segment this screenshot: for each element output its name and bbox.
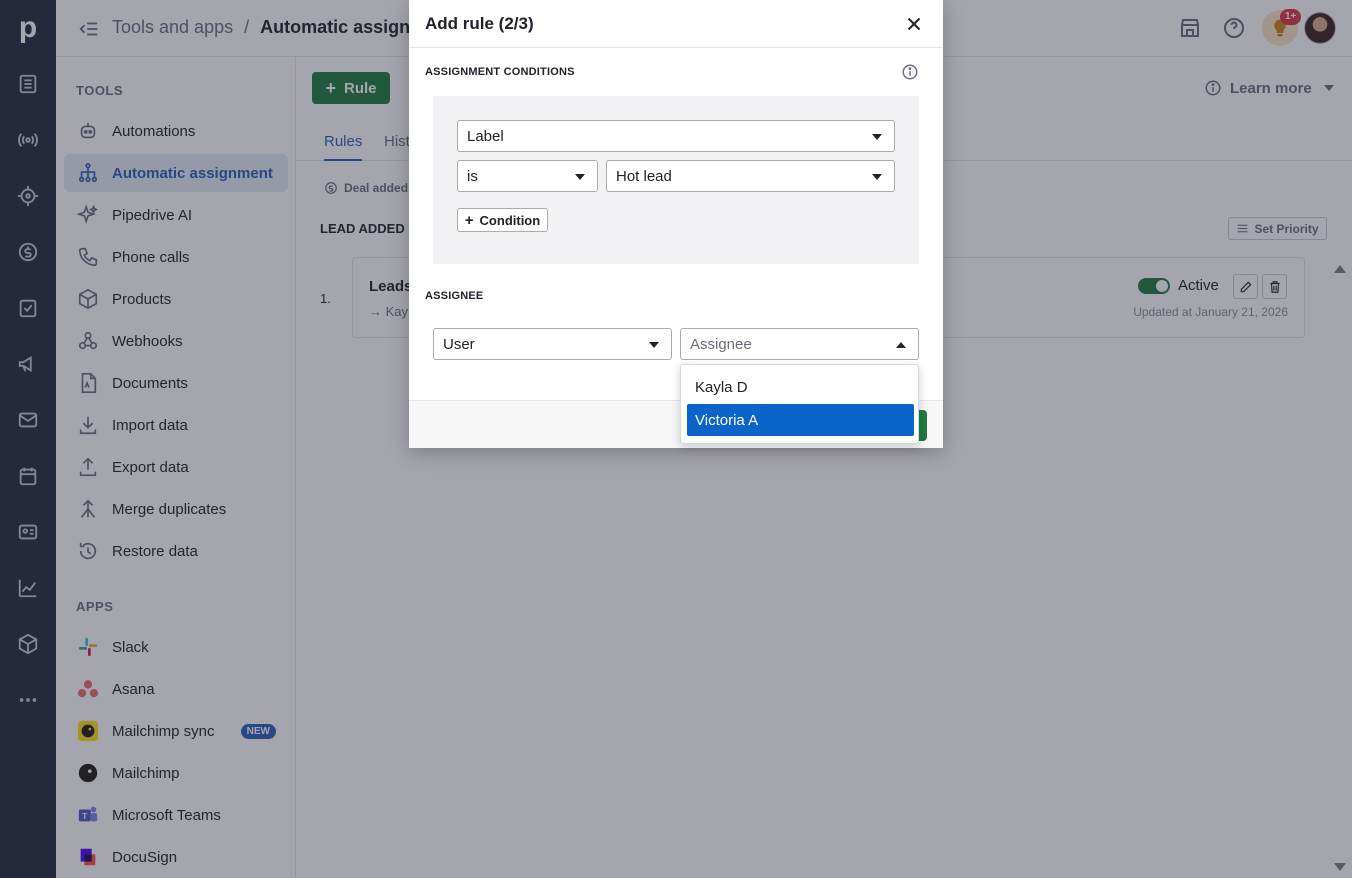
chevron-down-icon — [872, 134, 882, 140]
plus-icon: + — [464, 211, 474, 229]
assignee-dropdown: Kayla D Victoria A — [680, 364, 919, 444]
conditions-panel: Label is Hot lead + Condition — [433, 96, 919, 264]
dialog-title: Add rule (2/3) — [425, 14, 534, 33]
assignee-type-select[interactable]: User — [433, 328, 672, 360]
add-condition-button[interactable]: + Condition — [457, 208, 548, 232]
chevron-down-icon — [575, 174, 585, 180]
condition-value-select[interactable]: Hot lead — [606, 160, 895, 192]
conditions-heading: ASSIGNMENT CONDITIONS — [425, 66, 575, 78]
assignee-select[interactable]: Assignee — [680, 328, 919, 360]
chevron-up-icon — [896, 342, 906, 348]
condition-field-value: Label — [467, 127, 504, 145]
add-condition-label: Condition — [479, 212, 541, 228]
dialog-header: Add rule (2/3) — [409, 0, 943, 48]
condition-operator-select[interactable]: is — [457, 160, 598, 192]
condition-value-text: Hot lead — [616, 167, 672, 185]
chevron-down-icon — [649, 342, 659, 348]
condition-field-select[interactable]: Label — [457, 120, 895, 152]
chevron-down-icon — [872, 174, 882, 180]
assignee-option[interactable]: Kayla D — [687, 371, 914, 403]
assignee-heading: ASSIGNEE — [425, 290, 484, 302]
assignee-placeholder: Assignee — [690, 335, 752, 353]
info-icon[interactable] — [901, 63, 919, 81]
assignee-type-value: User — [443, 335, 475, 353]
condition-operator-value: is — [467, 167, 478, 185]
close-icon[interactable] — [903, 13, 925, 35]
assignee-option-selected[interactable]: Victoria A — [687, 404, 914, 436]
